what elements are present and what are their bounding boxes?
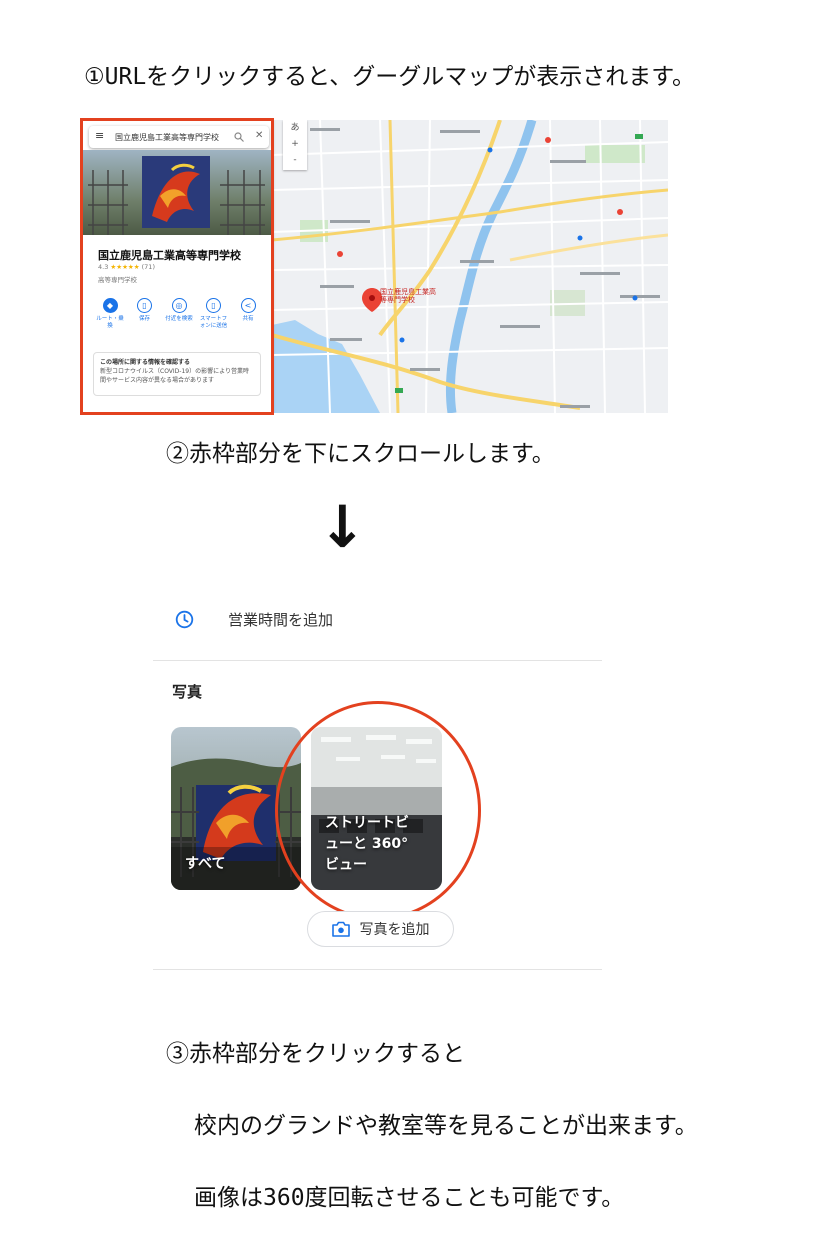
add-hours-link[interactable]: 営業時間を追加 — [228, 609, 333, 630]
zoom-out-button[interactable]: - — [283, 152, 307, 168]
add-photo-label: 写真を追加 — [359, 922, 430, 938]
language-toggle[interactable]: あ — [283, 120, 307, 136]
down-arrow-icon: ↓ — [318, 493, 367, 561]
photos-heading: 写真 — [172, 683, 203, 701]
step3-line1: ③赤枠部分をクリックすると — [166, 1041, 465, 1067]
step3-instruction: ③赤枠部分をクリックすると 校内のグランドや教室等を見ることが出来ます。 画像は… — [166, 994, 698, 1234]
step3-line3: 画像は360度回転させることも可能です。 — [194, 1185, 625, 1211]
add-photo-button[interactable]: 写真を追加 — [307, 911, 454, 947]
tile-all-label: すべて — [185, 856, 226, 872]
divider — [153, 969, 602, 970]
map-zoom-controls[interactable]: あ + - — [283, 120, 307, 170]
clock-icon — [175, 610, 194, 629]
step1-instruction: ①URLをクリックすると、グーグルマップが表示されます。 — [84, 64, 695, 90]
zoom-in-button[interactable]: + — [283, 136, 307, 152]
step2-instruction: ②赤枠部分を下にスクロールします。 — [166, 441, 555, 467]
divider — [153, 660, 602, 661]
highlight-frame-panel — [80, 118, 274, 415]
camera-icon — [331, 921, 350, 937]
highlight-circle-street-view — [275, 701, 481, 920]
marker-label: 国立鹿児島工業高等専門学校 — [380, 288, 436, 304]
step3-line2: 校内のグランドや教室等を見ることが出来ます。 — [194, 1113, 698, 1139]
